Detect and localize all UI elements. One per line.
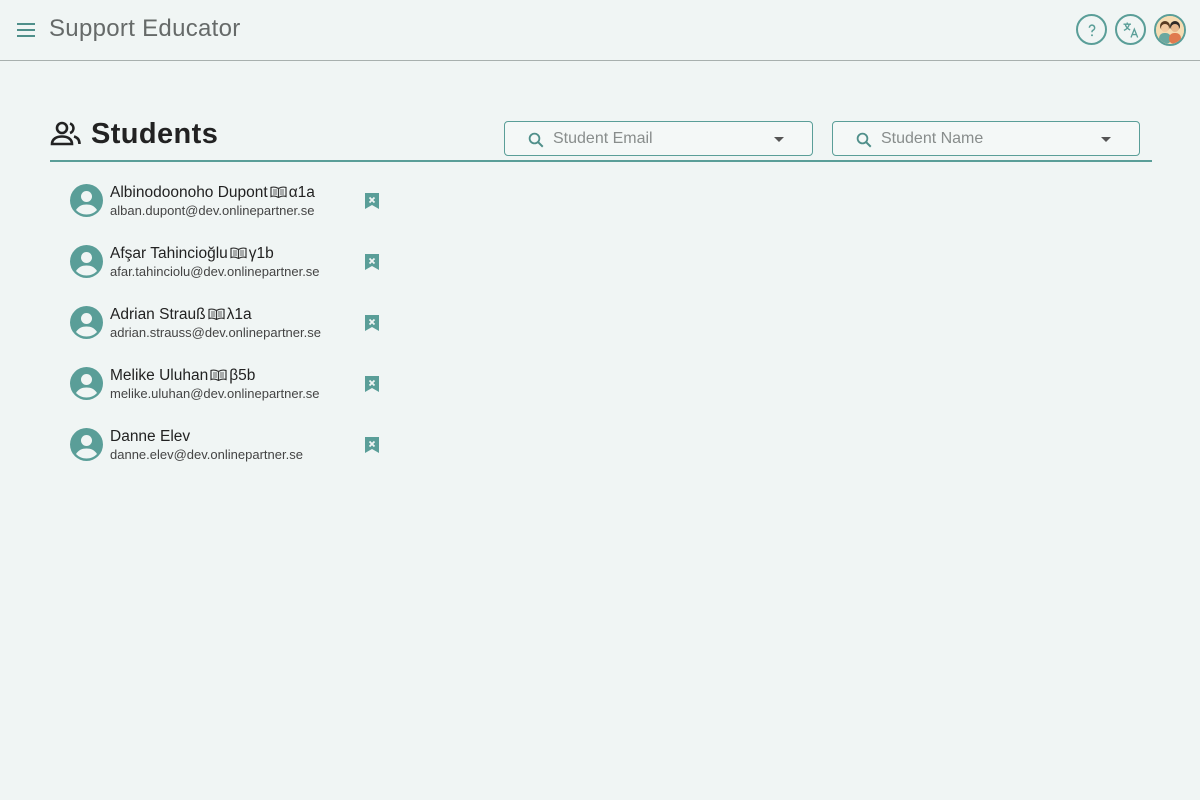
chevron-down-icon[interactable]: [1101, 137, 1111, 142]
student-email: adrian.strauss@dev.onlinepartner.se: [110, 325, 321, 340]
account-circle-icon: [70, 306, 103, 339]
list-item[interactable]: Albinodoonoho Dupont α1a alban.dupont@dev…: [70, 181, 400, 242]
book-icon: [210, 368, 227, 382]
student-name[interactable]: Melike Uluhan β5b: [110, 367, 255, 385]
search-icon: [527, 131, 545, 149]
app-title: Support Educator: [49, 15, 241, 42]
chevron-down-icon[interactable]: [774, 137, 784, 142]
student-name[interactable]: Afşar Tahincioğlu γ1b: [110, 245, 274, 263]
search-icon: [855, 131, 873, 149]
help-icon[interactable]: [1076, 14, 1107, 45]
student-name[interactable]: Danne Elev: [110, 428, 190, 446]
account-circle-icon: [70, 367, 103, 400]
bookmark-remove-icon[interactable]: [364, 253, 380, 271]
user-avatar[interactable]: [1154, 14, 1186, 46]
student-email: alban.dupont@dev.onlinepartner.se: [110, 203, 315, 218]
list-item[interactable]: Melike Uluhan β5b melike.uluhan@dev.onlin…: [70, 364, 400, 425]
student-email-placeholder: Student Email: [553, 130, 653, 147]
student-name-placeholder: Student Name: [881, 130, 984, 147]
student-list: Albinodoonoho Dupont α1a alban.dupont@dev…: [70, 181, 400, 486]
top-actions: [1076, 14, 1186, 46]
page-title: Students: [91, 118, 219, 150]
bookmark-remove-icon[interactable]: [364, 314, 380, 332]
list-item[interactable]: Afşar Tahincioğlu γ1b afar.tahinciolu@dev…: [70, 242, 400, 303]
student-name[interactable]: Adrian Strauß λ1a: [110, 306, 252, 324]
bookmark-remove-icon[interactable]: [364, 192, 380, 210]
list-item[interactable]: Danne Elev danne.elev@dev.onlinepartner.…: [70, 425, 400, 486]
bookmark-remove-icon[interactable]: [364, 375, 380, 393]
group-icon: [50, 120, 82, 148]
book-icon: [208, 307, 225, 321]
page-header: Students Student Email Student Name: [50, 116, 1152, 162]
student-email: melike.uluhan@dev.onlinepartner.se: [110, 386, 320, 401]
bookmark-remove-icon[interactable]: [364, 436, 380, 454]
account-circle-icon: [70, 428, 103, 461]
student-name[interactable]: Albinodoonoho Dupont α1a: [110, 184, 315, 202]
book-icon: [270, 185, 287, 199]
account-circle-icon: [70, 184, 103, 217]
top-bar: Support Educator: [0, 0, 1200, 61]
account-circle-icon: [70, 245, 103, 278]
list-item[interactable]: Adrian Strauß λ1a adrian.strauss@dev.onli…: [70, 303, 400, 364]
student-email: danne.elev@dev.onlinepartner.se: [110, 447, 303, 462]
translate-icon[interactable]: [1115, 14, 1146, 45]
hamburger-menu-icon[interactable]: [14, 18, 38, 42]
student-email: afar.tahinciolu@dev.onlinepartner.se: [110, 264, 320, 279]
book-icon: [230, 246, 247, 260]
student-email-filter[interactable]: Student Email: [504, 121, 813, 156]
student-name-filter[interactable]: Student Name: [832, 121, 1140, 156]
